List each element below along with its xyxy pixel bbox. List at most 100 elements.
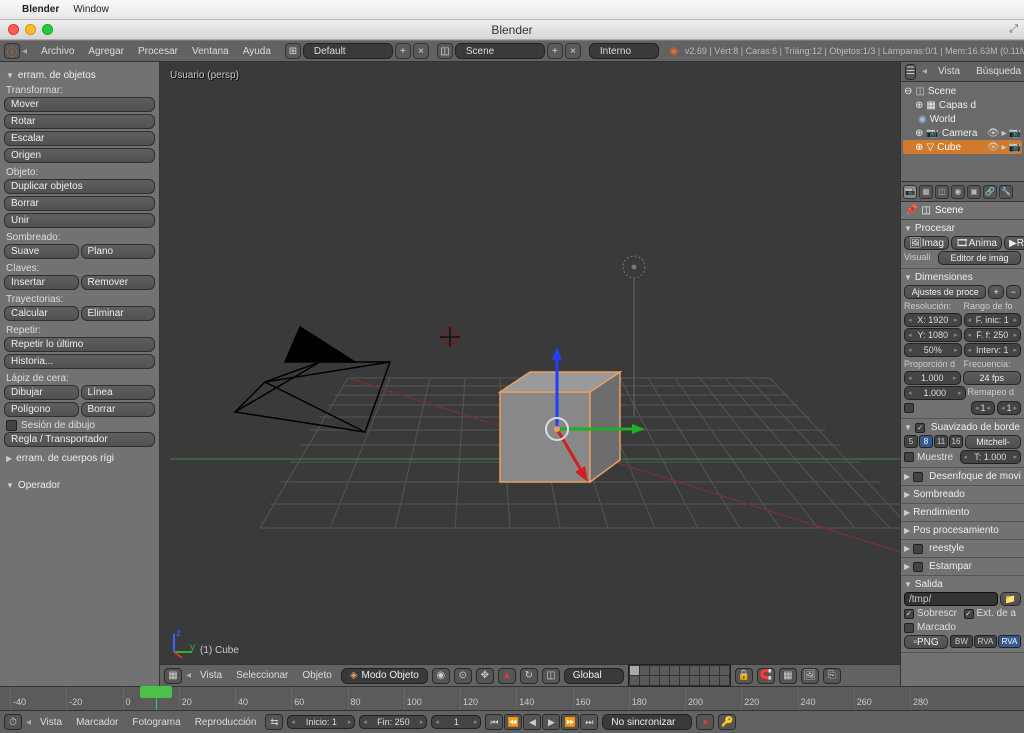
- preset-add-button[interactable]: +: [988, 285, 1003, 299]
- tab-render[interactable]: 📷: [903, 185, 917, 199]
- gp-session-checkbox[interactable]: [6, 420, 17, 431]
- object-menu[interactable]: Objeto: [297, 669, 336, 682]
- outliner-view-menu[interactable]: Vista: [933, 65, 965, 78]
- panel-render[interactable]: Procesar: [904, 222, 1021, 235]
- res-y-field[interactable]: Y: 1080: [904, 328, 962, 342]
- tl-view-menu[interactable]: Vista: [35, 716, 67, 729]
- tl-frame-menu[interactable]: Fotograma: [127, 716, 185, 729]
- tl-current-field[interactable]: 1: [431, 715, 481, 729]
- frame-step-field[interactable]: Interv: 1: [964, 343, 1022, 357]
- layout-add-button[interactable]: +: [395, 43, 411, 59]
- render-preview-icon[interactable]: 🖼: [801, 668, 819, 684]
- editor-type-view3d-icon[interactable]: ▦: [164, 668, 182, 684]
- scene-field[interactable]: Scene: [455, 43, 545, 59]
- viewport-canvas[interactable]: [160, 62, 900, 664]
- tree-world[interactable]: World: [930, 114, 956, 125]
- aa-samples[interactable]: 5 8 11 16: [904, 435, 963, 449]
- keyframe-next-button[interactable]: ⏩: [561, 714, 579, 730]
- tab-layers[interactable]: ▦: [919, 185, 933, 199]
- pivot-icon[interactable]: ⊙: [454, 668, 472, 684]
- window-close-button[interactable]: [8, 24, 19, 35]
- browse-path-button[interactable]: 📁: [1000, 592, 1021, 606]
- tl-end-field[interactable]: Fin: 250: [359, 715, 427, 729]
- layout-browse-icon[interactable]: ⊞: [285, 43, 301, 59]
- snap-toggle-icon[interactable]: 🧲: [757, 668, 775, 684]
- tl-start-field[interactable]: Inicio: 1: [287, 715, 355, 729]
- select-menu[interactable]: Seleccionar: [231, 669, 293, 682]
- render-image-button[interactable]: 🖼Imag: [904, 236, 949, 250]
- menu-agregar[interactable]: Agregar: [82, 44, 130, 59]
- res-pct-field[interactable]: 50%: [904, 343, 962, 357]
- ruler-button[interactable]: Regla / Transportador: [4, 432, 155, 447]
- output-path-field[interactable]: /tmp/: [904, 592, 998, 606]
- repeat-last-button[interactable]: Repetir lo último: [4, 337, 155, 352]
- layer-buttons[interactable]: [628, 664, 731, 687]
- panel-object-tools[interactable]: erram. de objetos: [4, 68, 155, 83]
- keyframe-prev-button[interactable]: ⏪: [504, 714, 522, 730]
- gp-draw-button[interactable]: Dibujar: [4, 385, 79, 400]
- scene-browse-icon[interactable]: ◫: [437, 43, 453, 59]
- tree-renderlayers[interactable]: Capas d: [939, 100, 976, 111]
- keyingset-icon[interactable]: 🔑: [718, 714, 736, 730]
- layout-field[interactable]: Default: [303, 43, 393, 59]
- panel-dimensions[interactable]: Dimensiones: [904, 271, 1021, 284]
- menu-archivo[interactable]: Archivo: [35, 44, 80, 59]
- jump-start-button[interactable]: ⏮: [485, 714, 503, 730]
- remap-old-field[interactable]: 1: [971, 401, 995, 415]
- flat-button[interactable]: Plano: [81, 244, 156, 259]
- rotate-button[interactable]: Rotar: [4, 114, 155, 129]
- tree-camera[interactable]: Camera: [942, 128, 978, 139]
- panel-freestyle[interactable]: reestyle: [904, 542, 1021, 555]
- play-reverse-button[interactable]: ◀: [523, 714, 541, 730]
- window-minimize-button[interactable]: [25, 24, 36, 35]
- color-mode-buttons[interactable]: BW RVA RVA: [950, 635, 1021, 649]
- editor-type-info-icon[interactable]: ⓘ: [4, 43, 20, 59]
- fps-selector[interactable]: 24 fps: [963, 371, 1022, 385]
- remap-new-field[interactable]: 1: [997, 401, 1021, 415]
- tree-cube[interactable]: Cube: [937, 142, 961, 153]
- res-x-field[interactable]: X: 1920: [904, 313, 962, 327]
- play-button[interactable]: ▶: [542, 714, 560, 730]
- panel-performance[interactable]: Rendimiento: [904, 506, 1021, 519]
- tab-constraints[interactable]: 🔗: [983, 185, 997, 199]
- aspect-y-field[interactable]: 1.000: [904, 386, 966, 400]
- scene-remove-button[interactable]: ×: [565, 43, 581, 59]
- tab-scene[interactable]: ◫: [935, 185, 949, 199]
- smooth-button[interactable]: Suave: [4, 244, 79, 259]
- manipulator-scale-icon[interactable]: ◫: [542, 668, 560, 684]
- insert-key-button[interactable]: Insertar: [4, 275, 79, 290]
- layout-remove-button[interactable]: ×: [413, 43, 429, 59]
- window-fullscreen-icon[interactable]: ⤢: [1009, 23, 1018, 36]
- mac-window-menu[interactable]: Window: [73, 4, 109, 15]
- tl-playback-menu[interactable]: Reproducción: [190, 716, 262, 729]
- mac-app-name[interactable]: Blender: [22, 4, 59, 15]
- gp-line-button[interactable]: Línea: [81, 385, 156, 400]
- filter-size-field[interactable]: T: 1.000: [960, 450, 1022, 464]
- tab-world[interactable]: ◉: [951, 185, 965, 199]
- panel-shading[interactable]: Sombreado: [904, 488, 1021, 501]
- render-anim-button[interactable]: 🎞Anima: [951, 236, 1002, 250]
- origin-button[interactable]: Origen: [4, 148, 155, 163]
- mode-selector[interactable]: ◈Modo Objeto: [341, 668, 428, 684]
- placeholder-checkbox[interactable]: [904, 623, 914, 633]
- fullsample-checkbox[interactable]: [904, 452, 914, 462]
- scale-button[interactable]: Escalar: [4, 131, 155, 146]
- tab-object[interactable]: ▣: [967, 185, 981, 199]
- editor-type-timeline-icon[interactable]: ⏱: [4, 714, 22, 730]
- autokey-button[interactable]: ●: [696, 714, 714, 730]
- calc-path-button[interactable]: Calcular: [4, 306, 79, 321]
- 3d-viewport[interactable]: Usuario (persp) (1) Cube z y: [160, 62, 900, 664]
- aspect-x-field[interactable]: 1.000: [904, 371, 961, 385]
- scene-add-button[interactable]: +: [547, 43, 563, 59]
- panel-stamp[interactable]: Estampar: [904, 560, 1021, 573]
- history-button[interactable]: Historia...: [4, 354, 155, 369]
- preset-remove-button[interactable]: −: [1006, 285, 1021, 299]
- manipulator-rotate-icon[interactable]: ↻: [520, 668, 538, 684]
- translate-button[interactable]: Mover: [4, 97, 155, 112]
- panel-operator[interactable]: Operador: [4, 478, 155, 493]
- render-play-button[interactable]: ▶Repro: [1004, 236, 1024, 250]
- sync-mode-selector[interactable]: No sincronizar: [602, 714, 692, 730]
- jump-end-button[interactable]: ⏭: [580, 714, 598, 730]
- panel-antialias[interactable]: ✓Suavizado de borde: [904, 421, 1021, 434]
- editor-type-outliner-icon[interactable]: ☰: [905, 64, 916, 80]
